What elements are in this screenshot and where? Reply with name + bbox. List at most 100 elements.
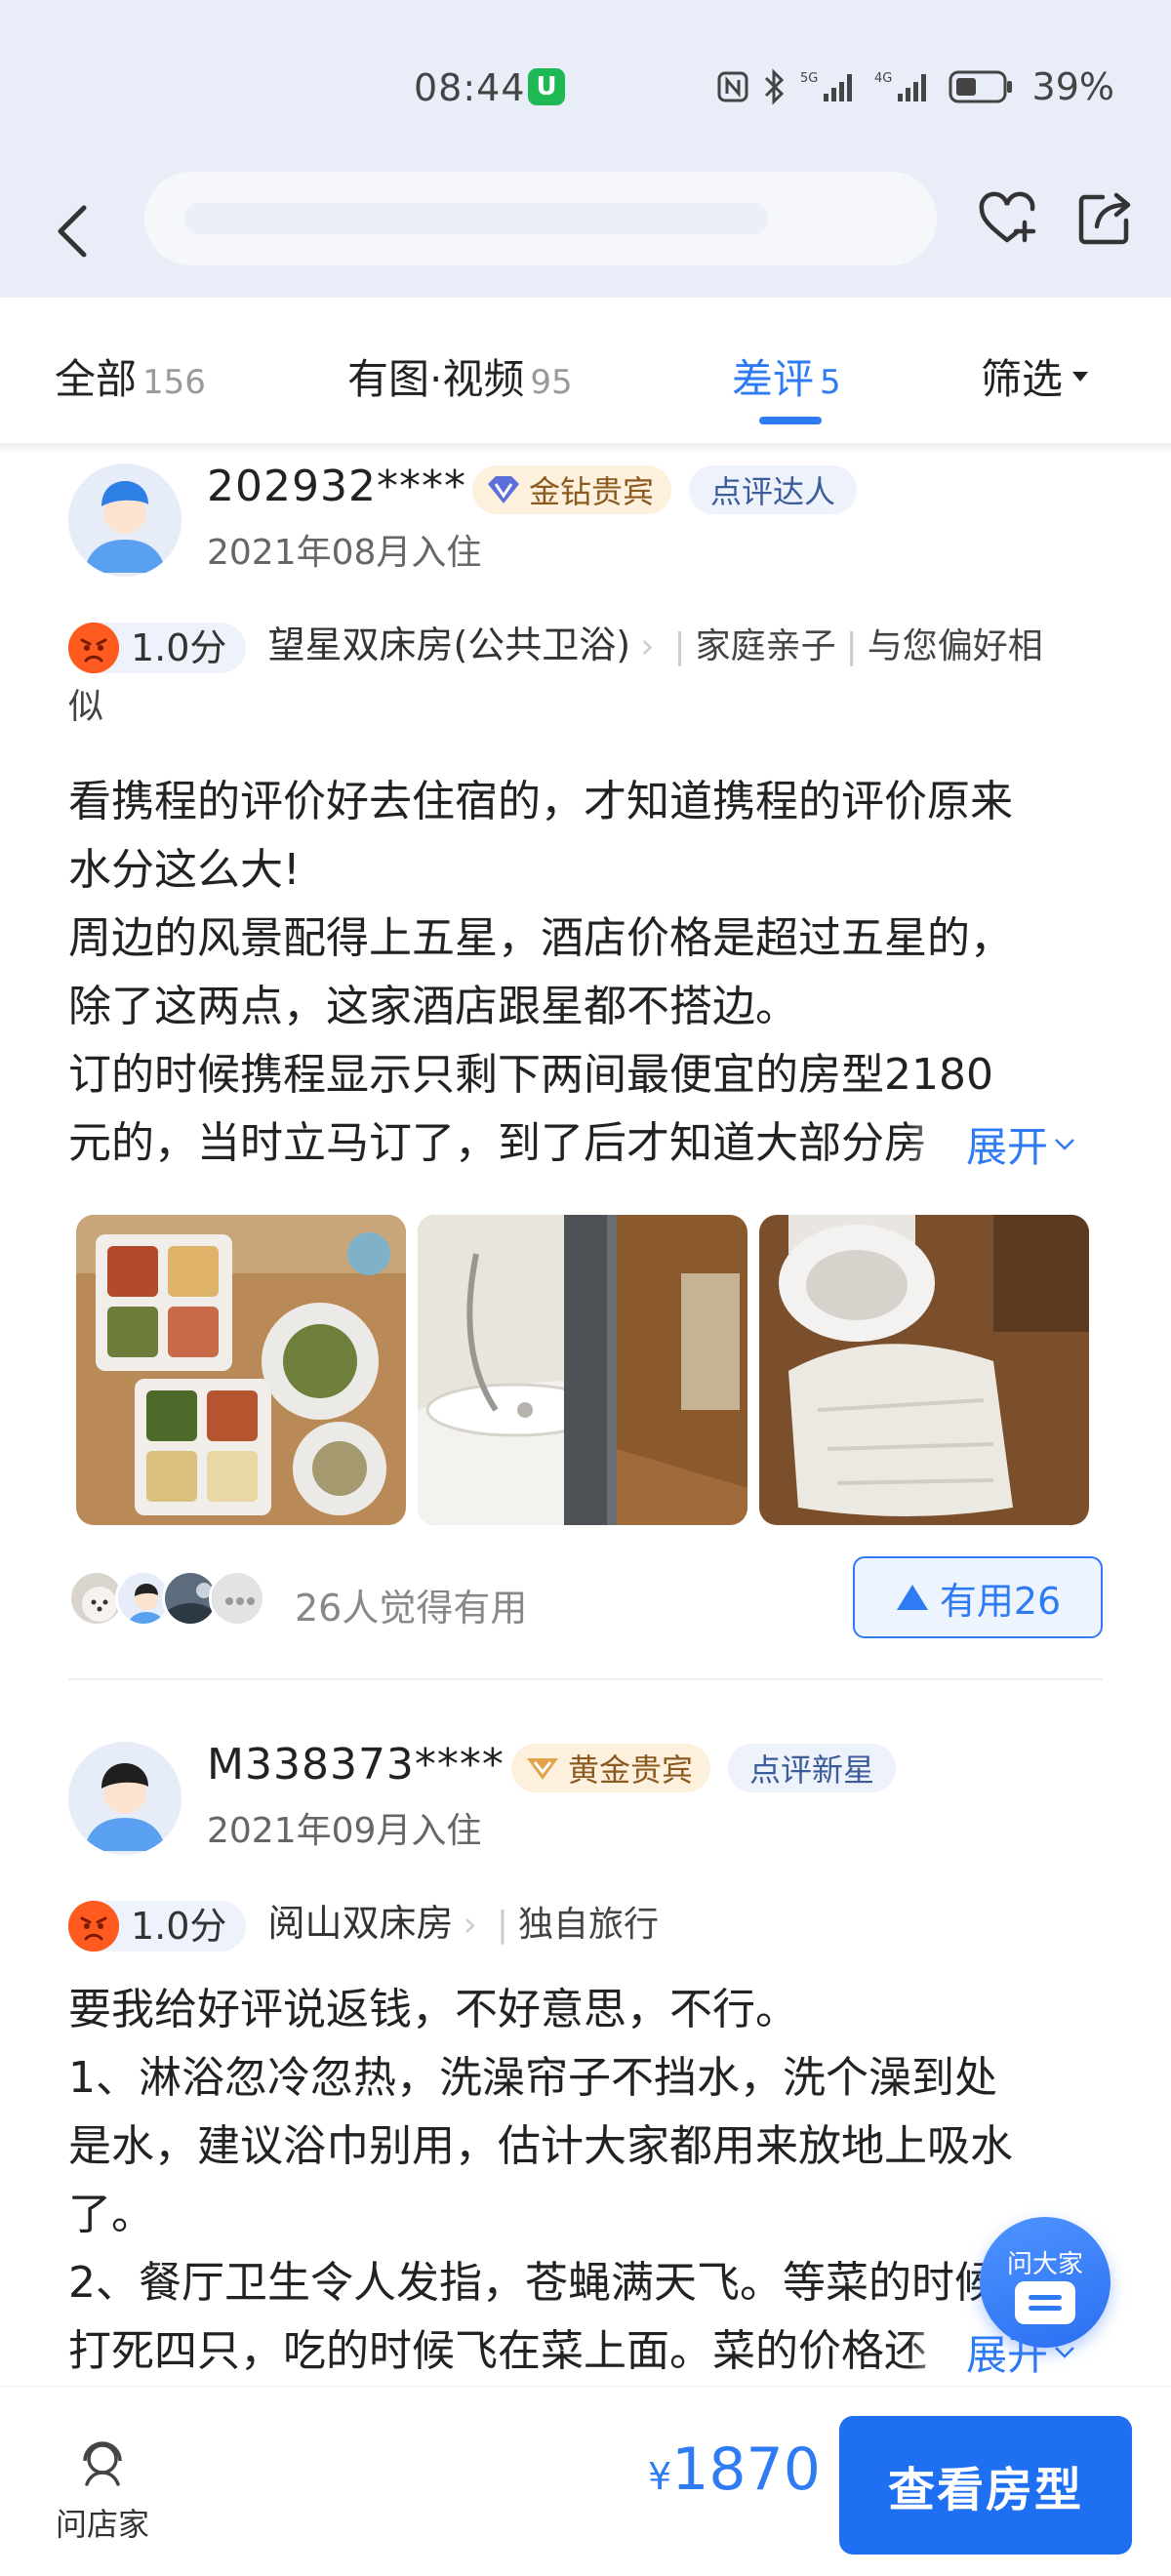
- room-type-link[interactable]: 望星双床房(公共卫浴): [267, 624, 630, 666]
- review-photo-toilet[interactable]: [759, 1215, 1089, 1525]
- stay-date: 2021年08月入住: [207, 533, 482, 573]
- preference-match-cont: 似: [68, 687, 104, 727]
- trip-type: 独自旅行: [518, 1905, 660, 1945]
- heart-plus-icon[interactable]: [976, 187, 1038, 250]
- tab-negative[interactable]: 差评 5: [732, 346, 841, 406]
- useful-button[interactable]: 有用26: [853, 1556, 1103, 1638]
- reviewer-tag-badge: 点评达人: [689, 465, 858, 514]
- chevron-right-icon: ›: [463, 1905, 477, 1945]
- chevron-left-icon: [58, 205, 87, 258]
- divider: |: [845, 626, 858, 666]
- trip-type: 家庭亲子: [695, 626, 836, 666]
- helpful-row: 26人觉得有用 有用26: [68, 1556, 1103, 1638]
- badge-label: 金钻贵宾: [529, 473, 655, 510]
- active-tab-indicator: [759, 417, 822, 424]
- tab-count: 95: [530, 363, 573, 402]
- filter-button[interactable]: 筛选: [981, 346, 1090, 406]
- tab-shadow: [0, 444, 1171, 454]
- tab-count: 5: [820, 363, 841, 402]
- tab-photos-videos[interactable]: 有图·视频 95: [347, 346, 573, 406]
- expand-label: 展开: [966, 1123, 1049, 1171]
- review-line: 2、餐厅卫生令人发指，苍蝇满天飞。等菜的时候: [68, 2258, 997, 2308]
- battery-percent: 39%: [1031, 65, 1114, 108]
- fab-label: 问大家: [1006, 2250, 1083, 2279]
- expand-button[interactable]: 展开: [908, 1114, 1076, 1174]
- score-value: 1.0分: [131, 626, 227, 669]
- stay-date: 2021年09月入住: [207, 1811, 482, 1851]
- search-field[interactable]: [144, 172, 937, 265]
- tab-all[interactable]: 全部 156: [55, 346, 206, 406]
- tab-label: 全部: [55, 355, 138, 403]
- badge-label: 点评达人: [710, 473, 836, 510]
- member-level-badge: 金钻贵宾: [472, 465, 672, 514]
- review-line: 是水，建议浴巾别用，估计大家都用来放地上吸水: [68, 2121, 1013, 2171]
- signal-4g-icon: 4G: [874, 71, 926, 101]
- review-line: 除了这两点，这家酒店跟星都不搭边。: [68, 982, 798, 1031]
- divider: |: [673, 626, 686, 666]
- helpful-avatars: [68, 1570, 265, 1627]
- preference-match: 与您偏好相: [867, 626, 1043, 666]
- app-notification-icon: U: [528, 68, 565, 105]
- triangle-up-icon: [896, 1585, 928, 1610]
- review-line: 了。: [68, 2190, 154, 2239]
- photo-strip: [76, 1215, 1089, 1525]
- bluetooth-icon: [764, 68, 784, 105]
- chevron-down-icon: [1055, 2346, 1074, 2358]
- avatar[interactable]: [68, 463, 182, 577]
- review-divider: [68, 1678, 1103, 1680]
- room-type-link[interactable]: 阅山双床房: [267, 1902, 453, 1945]
- more-avatars-icon: [209, 1570, 265, 1627]
- rating-row: 1.0分 阅山双床房 › | 独自旅行: [68, 1893, 1103, 1955]
- score-pill: 1.0分: [68, 623, 247, 673]
- review-line: 看携程的评价好去住宿的，才知道携程的评价原来: [68, 777, 1013, 826]
- customer-service-icon: [83, 2441, 122, 2486]
- svg-text:4G: 4G: [874, 71, 892, 86]
- status-time: 08:44: [414, 66, 526, 109]
- signal-5g-icon: 5G: [800, 71, 852, 101]
- blurred-hotel-name: [183, 203, 769, 234]
- battery-icon: [949, 70, 1012, 103]
- chevron-down-icon: [1055, 1138, 1074, 1150]
- useful-label: 有用26: [939, 1579, 1062, 1623]
- review-photo-dining[interactable]: [76, 1215, 406, 1525]
- angry-face-icon: [68, 623, 119, 673]
- tab-label: 有图·视频: [347, 355, 525, 403]
- currency-symbol: ¥: [648, 2455, 672, 2498]
- review-photo-shower[interactable]: [418, 1215, 747, 1525]
- ask-shop-label: 问店家: [55, 2506, 149, 2543]
- diamond-icon: [488, 476, 519, 503]
- status-icons: 5G 4G 39%: [716, 62, 1114, 111]
- helpful-count-text: 26人觉得有用: [295, 1587, 528, 1630]
- status-bar: 08:44 U 5G 4G 39%: [0, 0, 1171, 166]
- reviewer-tag-badge: 点评新星: [728, 1744, 897, 1792]
- price-amount: 1870: [671, 2435, 821, 2504]
- tab-label: 差评: [732, 355, 815, 403]
- review-line: 订的时候携程显示只剩下两间最便宜的房型2180: [68, 1050, 993, 1100]
- nfc-icon: [717, 71, 748, 102]
- bottom-bar: 问店家 ¥ 1870 查看房型: [0, 2386, 1171, 2576]
- ask-shop-button[interactable]: 问店家: [49, 2435, 156, 2545]
- avatar[interactable]: [68, 1742, 182, 1855]
- rating-row: 1.0分 望星双床房(公共卫浴) › | 家庭亲子 | 与您偏好相似: [68, 615, 1103, 738]
- share-icon[interactable]: [1073, 187, 1136, 250]
- score-value: 1.0分: [131, 1905, 227, 1948]
- username: 202932****: [207, 462, 466, 511]
- badge-label: 点评新星: [749, 1751, 875, 1789]
- svg-text:5G: 5G: [800, 71, 818, 86]
- chat-bubble-icon: [1015, 2281, 1075, 2324]
- divider: |: [496, 1905, 508, 1945]
- review-line: 1、淋浴忽冷忽热，洗澡帘子不挡水，洗个澡到处: [68, 2053, 997, 2103]
- gold-heart-icon: [527, 1758, 558, 1780]
- review-line: 水分这么大!: [68, 845, 301, 895]
- back-button[interactable]: [43, 187, 101, 275]
- nav-bar: [0, 166, 1171, 298]
- chevron-right-icon: ›: [640, 626, 655, 666]
- angry-face-icon: [68, 1901, 119, 1952]
- filter-label: 筛选: [981, 355, 1064, 403]
- review-line: 要我给好评说返钱，不好意思，不行。: [68, 1985, 798, 2034]
- ask-everyone-button[interactable]: 问大家: [980, 2217, 1110, 2348]
- member-level-badge: 黄金贵宾: [511, 1744, 711, 1792]
- score-pill: 1.0分: [68, 1901, 247, 1952]
- view-rooms-button[interactable]: 查看房型: [839, 2416, 1132, 2555]
- tab-count: 156: [142, 363, 206, 402]
